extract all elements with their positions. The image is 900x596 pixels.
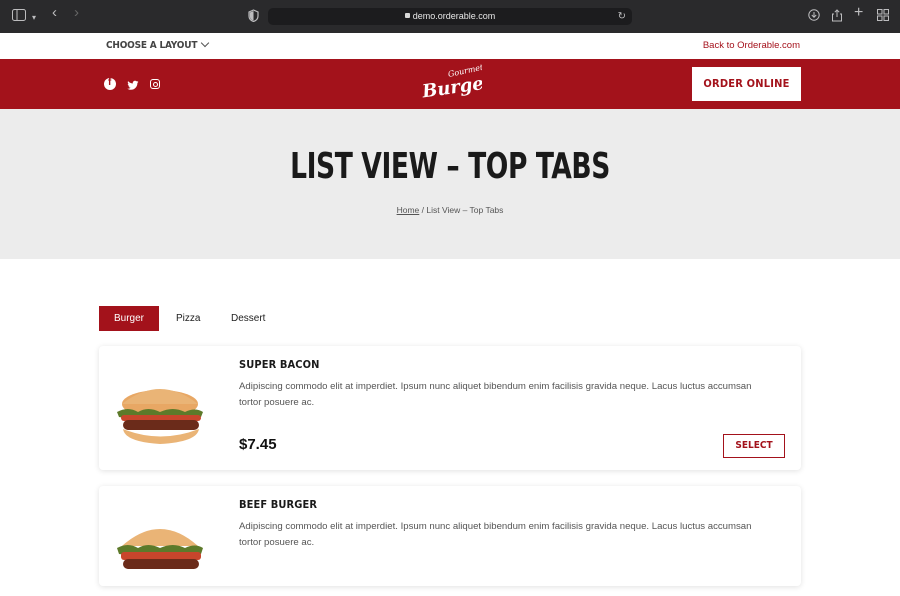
sidebar-icon[interactable] xyxy=(12,9,26,24)
download-icon[interactable] xyxy=(808,9,820,24)
forward-icon[interactable]: › xyxy=(74,5,79,20)
shield-icon[interactable] xyxy=(248,9,259,25)
back-icon[interactable]: ‹ xyxy=(52,5,57,20)
gourmet-burger-logo[interactable]: Gourmet Burger xyxy=(420,64,482,100)
product-description: Adipiscing commodo elit at imperdiet. Ip… xyxy=(239,521,752,548)
page-hero: LIST VIEW – TOP TABS Home / List View – … xyxy=(0,109,900,259)
breadcrumb-current: List View – Top Tabs xyxy=(426,205,504,215)
product-card[interactable]: SUPER BACON Adipiscing commodo elit at i… xyxy=(99,346,801,470)
browser-toolbar: ▾ ‹ › demo.orderable.com ↻ + xyxy=(0,0,900,33)
order-online-button[interactable]: ORDER ONLINE xyxy=(692,67,801,101)
choose-layout-label: CHOOSE A LAYOUT xyxy=(106,40,198,51)
instagram-icon[interactable] xyxy=(150,79,160,89)
breadcrumb-home-link[interactable]: Home xyxy=(397,205,420,215)
breadcrumb: Home / List View – Top Tabs xyxy=(0,205,900,215)
product-description: Adipiscing commodo elit at imperdiet. Ip… xyxy=(239,381,752,408)
product-name: BEEF BURGER xyxy=(239,498,318,511)
product-price: $7.45 xyxy=(239,436,277,453)
twitter-icon[interactable] xyxy=(127,78,139,90)
chevron-down-icon xyxy=(201,38,210,48)
tab-burger[interactable]: Burger xyxy=(99,306,159,331)
back-to-orderable-link[interactable]: Back to Orderable.com xyxy=(703,40,800,51)
address-bar[interactable]: demo.orderable.com ↻ xyxy=(268,8,632,25)
plus-icon[interactable]: + xyxy=(854,5,863,21)
select-button[interactable]: SELECT xyxy=(723,434,785,458)
choose-layout-dropdown[interactable]: CHOOSE A LAYOUT xyxy=(106,38,210,51)
tab-dessert[interactable]: Dessert xyxy=(231,306,265,331)
share-icon[interactable] xyxy=(831,9,843,25)
reload-icon[interactable]: ↻ xyxy=(618,8,626,25)
tabs-grid-icon[interactable] xyxy=(877,9,889,24)
page-title: LIST VIEW – TOP TABS xyxy=(290,146,610,187)
utility-bar: CHOOSE A LAYOUT Back to Orderable.com xyxy=(0,33,900,59)
lock-icon xyxy=(404,13,410,19)
tab-pizza[interactable]: Pizza xyxy=(176,306,200,331)
product-card[interactable]: BEEF BURGER Adipiscing commodo elit at i… xyxy=(99,486,801,586)
burger-image xyxy=(117,389,203,444)
burger-image xyxy=(117,529,203,569)
url-text: demo.orderable.com xyxy=(412,11,496,21)
product-name: SUPER BACON xyxy=(239,358,320,371)
facebook-icon[interactable]: f xyxy=(104,77,116,90)
chevron-down-icon[interactable]: ▾ xyxy=(32,11,36,25)
